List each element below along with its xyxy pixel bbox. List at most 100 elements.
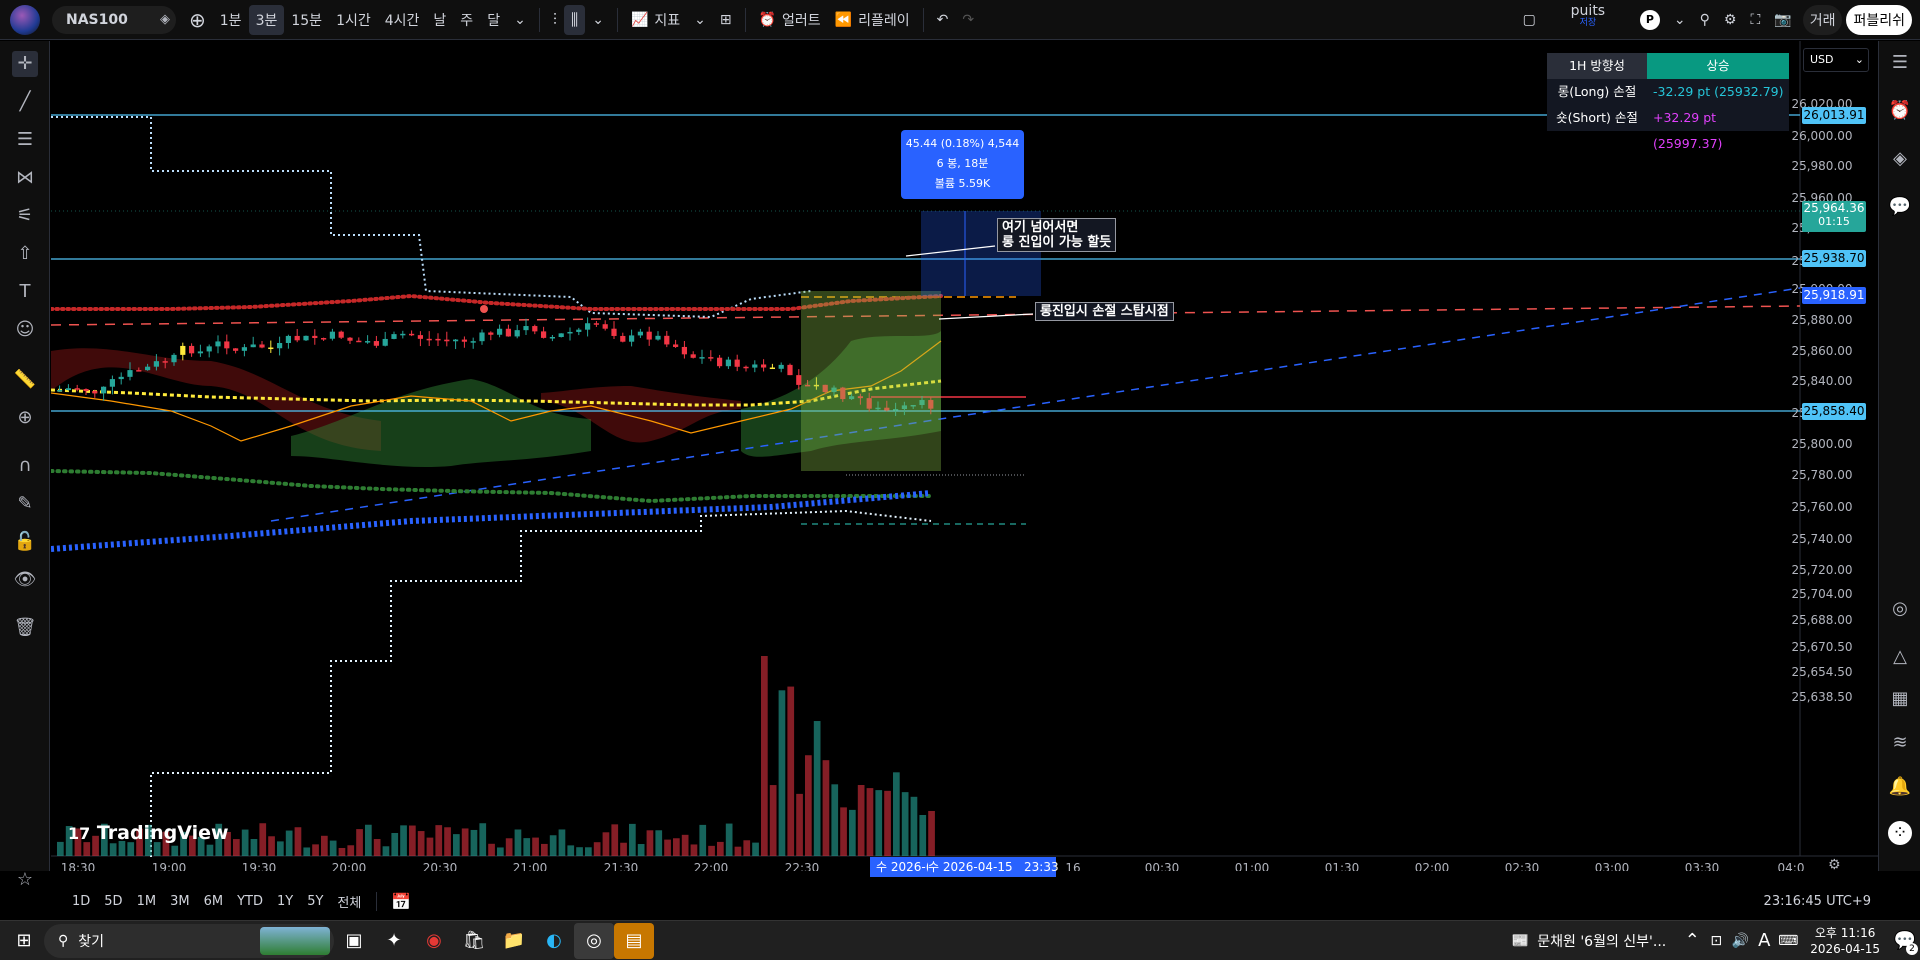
time-tick: 22:30: [785, 861, 820, 871]
bar-style-icon[interactable]: ⫶: [546, 5, 564, 35]
range-3m[interactable]: 3M: [163, 894, 197, 909]
candle-body: [690, 354, 696, 358]
windows-start-icon[interactable]: ⊞: [4, 923, 44, 959]
favorites-icon[interactable]: ☆: [12, 867, 38, 893]
target-icon[interactable]: ◎: [1888, 597, 1912, 621]
interval-1h[interactable]: 1시간: [329, 5, 378, 35]
candle-style-icon[interactable]: ⫼: [563, 4, 586, 35]
alert-button[interactable]: ⏰ 얼러트: [752, 5, 828, 35]
app-icon[interactable]: ◉: [414, 923, 454, 959]
avatar[interactable]: P: [1633, 5, 1667, 35]
date-range-icon[interactable]: 📅: [376, 891, 418, 911]
undo-icon[interactable]: ↶: [930, 5, 956, 35]
media-widget[interactable]: 📰 문채원 '6월의 신부'...: [1512, 931, 1666, 951]
replay-icon: ⏪: [834, 11, 853, 28]
volume-icon[interactable]: 🔊: [1728, 923, 1752, 959]
chat-icon[interactable]: 💬: [1888, 195, 1912, 219]
redo-icon[interactable]: ↷: [955, 5, 981, 35]
notification-center-icon[interactable]: 💬 2: [1890, 923, 1920, 959]
price-tick: 25,760.00: [1791, 500, 1852, 514]
visibility-icon[interactable]: 👁: [12, 567, 38, 593]
candle-body: [646, 331, 652, 340]
quick-search-icon[interactable]: ⚲: [1693, 5, 1717, 35]
candle-body: [461, 339, 467, 342]
ideas-icon[interactable]: △: [1888, 645, 1912, 669]
range-5y[interactable]: 5Y: [300, 894, 330, 909]
file-explorer-icon[interactable]: 📁: [494, 923, 534, 959]
tray-expand-icon[interactable]: ⌃: [1680, 923, 1704, 959]
layout-name[interactable]: puits 저장: [1543, 4, 1633, 35]
fullscreen-icon[interactable]: ⛶: [1743, 5, 1767, 35]
chart-note-long-entry[interactable]: 여기 넘어서면 롱 진입이 가능 할듯: [997, 218, 1117, 252]
range-ytd[interactable]: YTD: [230, 894, 270, 909]
network-icon[interactable]: ⊡: [1704, 923, 1728, 959]
alerts-icon[interactable]: ⏰: [1888, 99, 1912, 123]
interval-dropdown-icon[interactable]: ⌄: [507, 5, 533, 35]
publish-button[interactable]: 퍼블리쉬: [1846, 4, 1912, 35]
taskbar-search[interactable]: ⚲ 찾기: [44, 923, 334, 958]
stream-icon[interactable]: ≋: [1888, 731, 1912, 755]
layout-dropdown-icon[interactable]: ⌄: [1667, 5, 1693, 35]
range-1m[interactable]: 1M: [130, 894, 164, 909]
forecast-icon[interactable]: ⚟: [12, 203, 38, 229]
lock-icon[interactable]: 🔓: [12, 529, 38, 555]
crosshair-icon[interactable]: ✛: [12, 51, 38, 77]
fullscreen-select-icon[interactable]: ▢: [1516, 5, 1543, 35]
chrome-icon[interactable]: ◎: [574, 922, 614, 959]
indicators-dropdown-icon[interactable]: ⌄: [687, 5, 713, 35]
ime-icon[interactable]: ⌨: [1776, 923, 1800, 959]
range-1y[interactable]: 1Y: [270, 894, 300, 909]
edge-icon[interactable]: ◐: [534, 923, 574, 959]
ruler-icon[interactable]: 📏: [12, 367, 38, 393]
profile-logo[interactable]: [10, 4, 40, 35]
indicators-button[interactable]: 📈 지표: [624, 5, 687, 35]
trade-button[interactable]: 거래: [1802, 4, 1843, 35]
layouts-icon[interactable]: ⊞: [713, 5, 739, 35]
range-6m[interactable]: 6M: [197, 894, 231, 909]
interval-month[interactable]: 달: [480, 5, 507, 35]
trend-line-icon[interactable]: ╱: [12, 89, 38, 115]
magnet-icon[interactable]: ∩: [12, 453, 38, 479]
notifications-icon[interactable]: 🔔: [1888, 775, 1912, 799]
interval-4h[interactable]: 4시간: [378, 5, 427, 35]
interval-week[interactable]: 주: [453, 5, 480, 35]
draw-mode-icon[interactable]: ✎: [12, 491, 38, 517]
alert-label: 얼러트: [782, 12, 821, 29]
settings-icon[interactable]: ⚙: [1717, 5, 1744, 35]
interval-day[interactable]: 날: [426, 5, 453, 35]
arrow-icon[interactable]: ⇧: [12, 241, 38, 267]
calendar-icon[interactable]: ▦: [1888, 687, 1912, 711]
store-icon[interactable]: 🛍: [454, 923, 494, 959]
range-1d[interactable]: 1D: [65, 894, 97, 909]
snapshot-icon[interactable]: 📷: [1767, 5, 1798, 35]
zoom-icon[interactable]: ⊕: [12, 405, 38, 431]
symbol-search[interactable]: NAS100 ◈: [52, 5, 176, 34]
pattern-icon[interactable]: ⋈: [12, 165, 38, 191]
interval-1m[interactable]: 1분: [213, 5, 249, 35]
utc-clock[interactable]: 23:16:45 UTC+9: [1757, 894, 1878, 909]
task-view-icon[interactable]: ▣: [334, 923, 374, 959]
object-tree-icon[interactable]: ◈: [1888, 147, 1912, 171]
chart-type-dropdown-icon[interactable]: ⌄: [585, 5, 611, 35]
taskbar-clock[interactable]: 오후 11:16 2026-04-15: [1810, 925, 1880, 957]
chart-note-stop[interactable]: 롱진입시 손절 스탑시점: [1035, 302, 1174, 321]
emoji-icon[interactable]: ☺: [12, 317, 38, 343]
trash-icon[interactable]: 🗑: [12, 615, 38, 641]
time-axis-settings-icon[interactable]: ⚙: [1828, 857, 1841, 873]
watchlist-icon[interactable]: ☰: [1888, 51, 1912, 75]
currency-select[interactable]: USD ⌄: [1803, 48, 1869, 72]
replay-button[interactable]: ⏪ 리플레이: [828, 5, 917, 35]
apps-icon[interactable]: ⁘: [1888, 821, 1912, 845]
interval-3m[interactable]: 3분: [248, 4, 285, 35]
fib-retracement-icon[interactable]: ☰: [12, 127, 38, 153]
price-tick: 25,800.00: [1791, 437, 1852, 451]
interval-15m[interactable]: 15분: [284, 5, 329, 35]
symbol-options-icon[interactable]: ◈: [160, 12, 170, 27]
add-symbol-icon[interactable]: ⊕: [182, 5, 213, 35]
language-indicator[interactable]: A: [1752, 923, 1776, 959]
range-all[interactable]: 전체: [330, 892, 368, 911]
range-5d[interactable]: 5D: [97, 894, 129, 909]
copilot-icon[interactable]: ✦: [374, 923, 414, 959]
sticky-notes-icon[interactable]: ▤: [614, 922, 654, 959]
text-icon[interactable]: T: [12, 279, 38, 305]
